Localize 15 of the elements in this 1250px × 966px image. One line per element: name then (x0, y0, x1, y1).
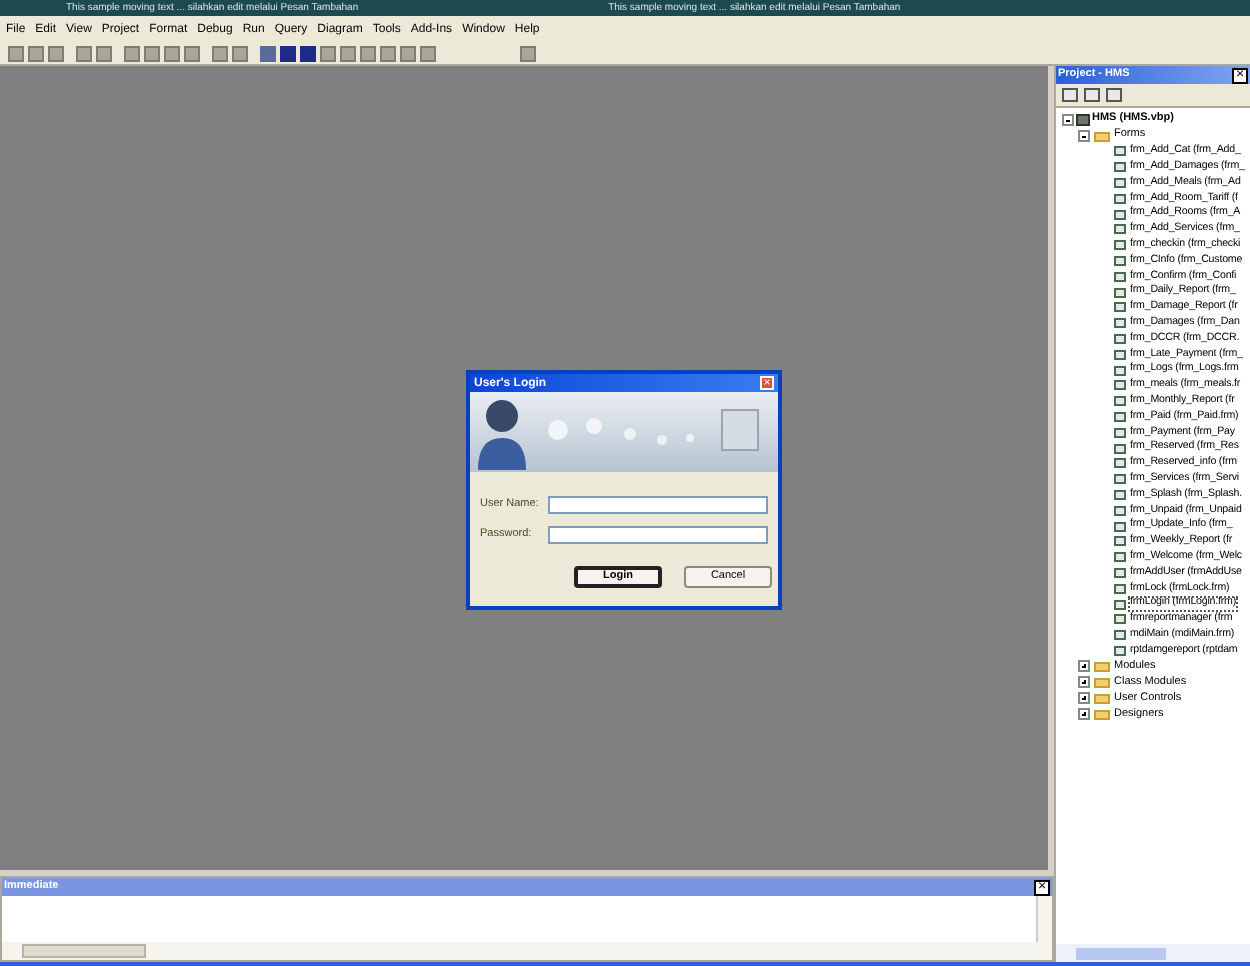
horizontal-scrollbar[interactable] (2, 942, 1052, 960)
scrollbar-thumb[interactable] (1076, 947, 1166, 959)
expand-icon[interactable] (1078, 692, 1090, 705)
scrollbar-thumb[interactable] (22, 944, 146, 958)
collapse-icon[interactable] (1078, 130, 1090, 142)
input-field[interactable] (548, 526, 768, 544)
project-icon (1076, 114, 1090, 126)
input-field[interactable] (548, 496, 768, 514)
vertical-scrollbar[interactable] (1036, 896, 1052, 942)
expand-icon[interactable] (1078, 708, 1090, 721)
horizontal-scrollbar[interactable] (1056, 944, 1250, 962)
expand-icon[interactable] (1078, 676, 1090, 689)
collapse-icon[interactable] (1062, 114, 1074, 126)
stop-icon[interactable] (300, 45, 316, 61)
expand-icon[interactable] (1078, 660, 1090, 673)
